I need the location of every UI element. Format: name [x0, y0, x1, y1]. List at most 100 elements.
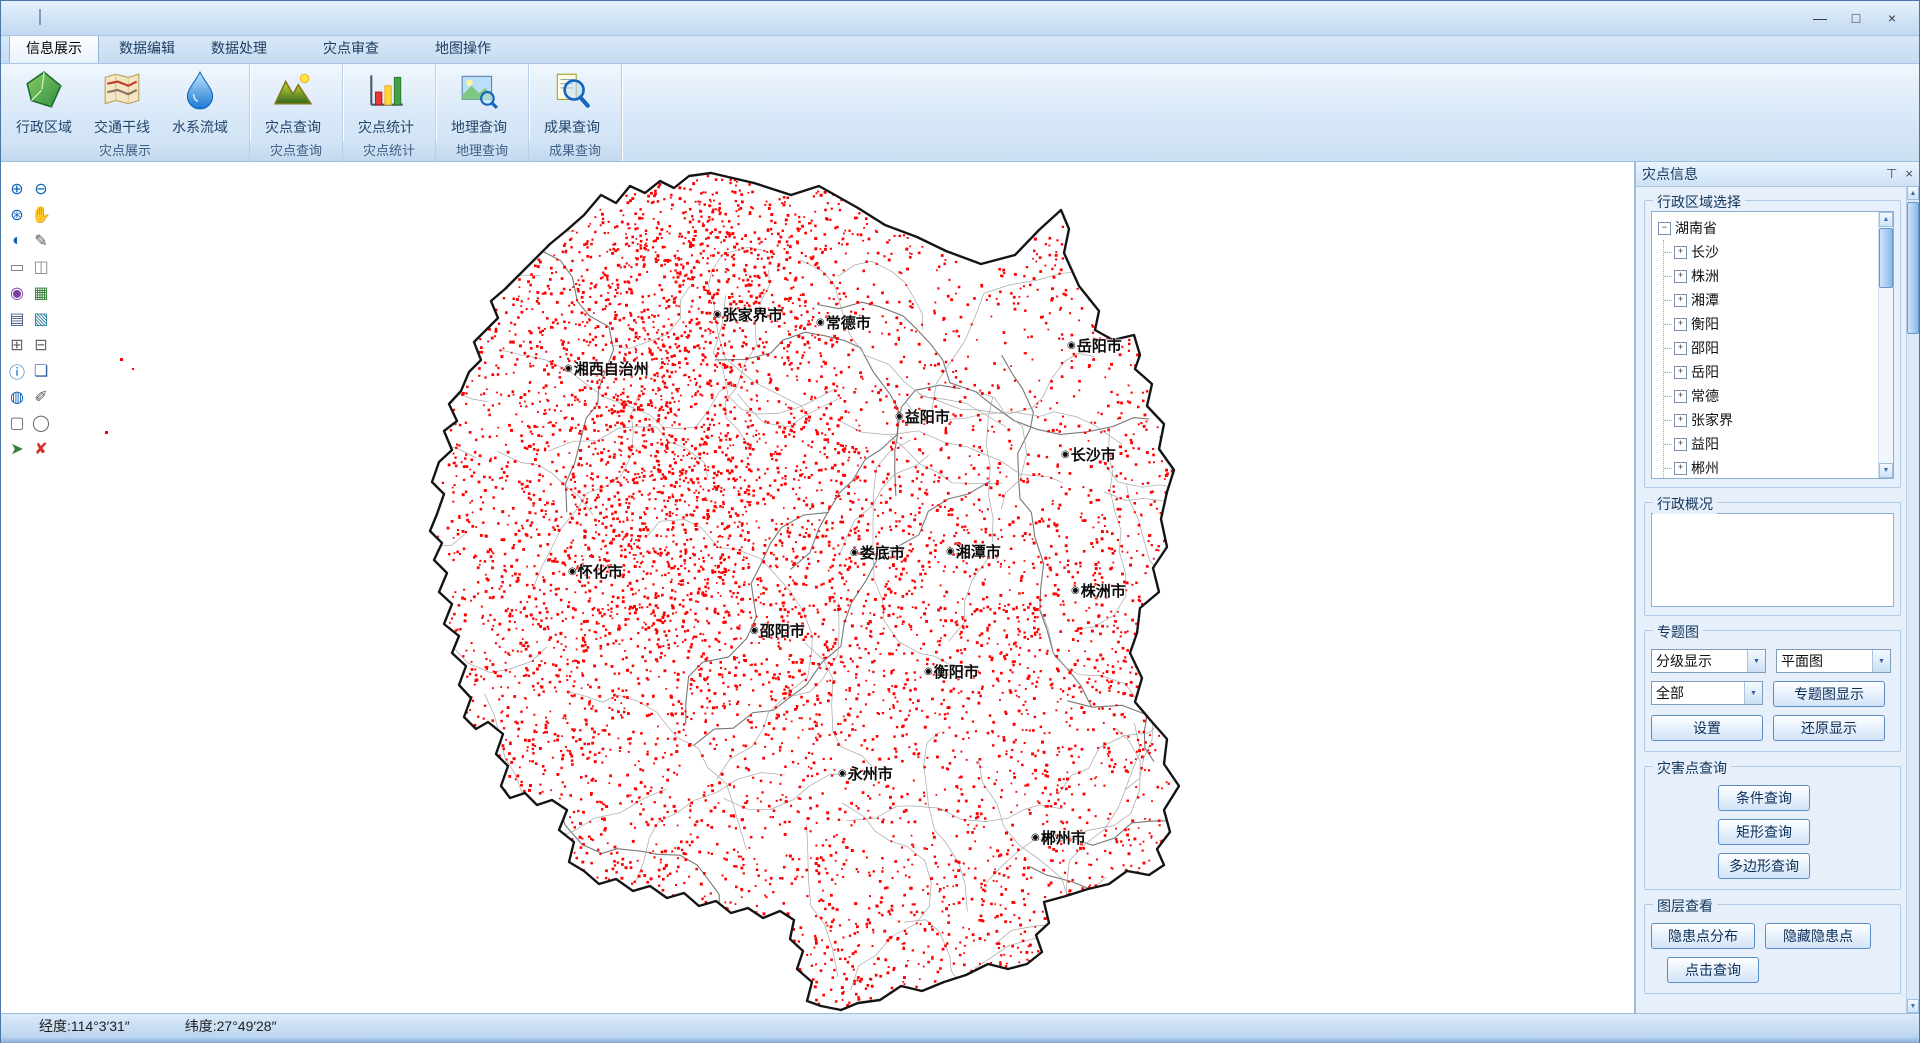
print-preview-tool[interactable]: ⊟ — [29, 332, 53, 358]
scroll-down-icon[interactable]: ▼ — [1907, 999, 1919, 1013]
measure-tool[interactable]: ✐ — [29, 384, 53, 410]
map-canvas[interactable]: ◉张家界市◉常德市◉岳阳市◉湘西自治州◉益阳市◉长沙市◉娄底市◉湘潭市◉怀化市◉… — [1, 162, 1634, 1013]
admin-region-button[interactable]: 行政区域 — [5, 66, 83, 141]
tab-map-operate[interactable]: 地图操作 — [419, 34, 507, 63]
pointer-tool[interactable]: ➤ — [5, 436, 29, 462]
scroll-down-icon[interactable]: ▼ — [1879, 463, 1893, 478]
panel-scrollbar[interactable]: ▲ ▼ — [1906, 186, 1919, 1013]
disaster-stats-button[interactable]: 灾点统计 — [347, 66, 425, 141]
ribbon-group-label: 灾点统计 — [343, 141, 435, 161]
longitude-readout: 经度:114°3′31″ — [39, 1016, 130, 1036]
tree-node[interactable]: + 邵阳 — [1664, 336, 1879, 360]
scroll-thumb[interactable] — [1907, 202, 1919, 334]
condition-query-button[interactable]: 条件查询 — [1718, 785, 1810, 811]
print-tool[interactable]: ⊞ — [5, 332, 29, 358]
tree-expand-icon[interactable]: + — [1674, 438, 1687, 451]
tree-expand-icon[interactable]: + — [1674, 414, 1687, 427]
region-select-group-label: 行政区域选择 — [1653, 192, 1745, 212]
tree-expand-icon[interactable]: + — [1674, 246, 1687, 259]
scroll-up-icon[interactable]: ▲ — [1907, 186, 1919, 200]
attribute-table-tool[interactable]: ▦ — [29, 280, 53, 306]
select-rect-tool[interactable]: ▭ — [5, 254, 29, 280]
thematic-show-button[interactable]: 专题图显示 — [1773, 681, 1885, 707]
tree-node[interactable]: + 湘潭 — [1664, 288, 1879, 312]
tree-node-label: 邵阳 — [1691, 338, 1719, 358]
result-query-button[interactable]: 成果查询 — [533, 66, 611, 141]
zoom-extent-tool[interactable]: ⊛ — [5, 202, 29, 228]
tree-node[interactable]: +长沙 — [1664, 240, 1879, 264]
water-system-button[interactable]: 水系流域 — [161, 66, 239, 141]
tree-node[interactable]: +常德 — [1664, 384, 1879, 408]
tree-node[interactable]: +郴州 — [1664, 456, 1879, 479]
tree-expand-icon[interactable]: + — [1674, 294, 1687, 307]
tree-node[interactable]: +岳阳 — [1664, 360, 1879, 384]
image-export-tool[interactable]: ▧ — [29, 306, 53, 332]
traffic-lines-button[interactable]: 交通干线 — [83, 66, 161, 141]
overview-group-label: 行政概况 — [1653, 494, 1717, 514]
tree-node[interactable]: +益阳 — [1664, 432, 1879, 456]
tree-root-node[interactable]: − 湖南省 — [1658, 216, 1879, 240]
tab-info-display[interactable]: 信息展示 — [9, 33, 99, 63]
pan-hand-tool[interactable]: ✋ — [29, 202, 53, 228]
delete-tool[interactable]: ✘ — [29, 436, 53, 462]
tree-node[interactable]: + 衡阳 — [1664, 312, 1879, 336]
ribbon-group-label: 灾点展示 — [1, 141, 249, 161]
tab-data-edit[interactable]: 数据编辑 — [103, 34, 191, 63]
geo-query-button[interactable]: 地理查询 — [440, 66, 518, 141]
map-type-select[interactable]: 平面图 ▼ — [1776, 649, 1891, 673]
tree-expand-icon[interactable]: + — [1674, 462, 1687, 475]
tab-data-process[interactable]: 数据处理 — [195, 34, 283, 63]
region-tree[interactable]: − 湖南省 +长沙+株洲+湘潭+衡阳+邵阳+岳阳+常德+张家界+益阳+郴州 ▲ … — [1651, 211, 1894, 479]
reset-display-button[interactable]: 还原显示 — [1773, 715, 1885, 741]
hazard-distribution-button[interactable]: 隐患点分布 — [1651, 923, 1755, 949]
tree-node-label: 株洲 — [1691, 266, 1719, 286]
pin-icon[interactable]: ⊤ — [1886, 166, 1897, 182]
tree-expand-icon[interactable]: + — [1674, 270, 1687, 283]
tree-node-label: 衡阳 — [1691, 314, 1719, 334]
tab-disaster-review[interactable]: 灾点审查 — [307, 34, 395, 63]
globe-tool[interactable]: ◐ — [5, 228, 29, 254]
tree-scrollbar[interactable]: ▲ ▼ — [1878, 212, 1893, 478]
tree-expand-icon[interactable]: + — [1674, 366, 1687, 379]
disaster-query-button[interactable]: 灾点查询 — [254, 66, 332, 141]
scroll-up-icon[interactable]: ▲ — [1879, 212, 1893, 227]
minimize-button[interactable]: — — [1805, 7, 1835, 29]
chevron-down-icon[interactable]: ▼ — [1872, 650, 1890, 672]
overview-textbox[interactable] — [1651, 513, 1894, 607]
display-mode-select[interactable]: 分级显示 ▼ — [1651, 649, 1766, 673]
tree-node[interactable]: +张家界 — [1664, 408, 1879, 432]
close-button[interactable]: × — [1877, 7, 1907, 29]
quick-access-mark — [39, 9, 41, 25]
info-tool[interactable]: ⓘ — [5, 358, 29, 384]
polygon-query-button[interactable]: 多边形查询 — [1718, 853, 1810, 879]
tree-node[interactable]: + 株洲 — [1664, 264, 1879, 288]
eraser-tool[interactable]: ◫ — [29, 254, 53, 280]
tree-expand-icon[interactable]: + — [1674, 342, 1687, 355]
rectangle-query-button[interactable]: 矩形查询 — [1718, 819, 1810, 845]
search-document-icon — [551, 69, 593, 116]
tree-node-label: 湘潭 — [1691, 290, 1719, 310]
panel-close-icon[interactable]: × — [1905, 166, 1913, 182]
identify-eye-tool[interactable]: ◉ — [5, 280, 29, 306]
zoom-in-tool[interactable]: ⊕ — [5, 176, 29, 202]
maximize-button[interactable]: □ — [1841, 7, 1871, 29]
world-tool[interactable]: ◍ — [5, 384, 29, 410]
tree-expand-icon[interactable]: + — [1674, 390, 1687, 403]
map-svg — [1, 162, 1634, 1013]
chevron-down-icon[interactable]: ▼ — [1747, 650, 1765, 672]
ribbon-group-label: 成果查询 — [529, 141, 621, 161]
rect-shape-tool[interactable]: ▢ — [5, 410, 29, 436]
settings-button[interactable]: 设置 — [1651, 715, 1763, 741]
filter-select[interactable]: 全部 ▼ — [1651, 681, 1763, 705]
scroll-thumb[interactable] — [1879, 228, 1893, 288]
hide-hazard-button[interactable]: 隐藏隐患点 — [1765, 923, 1871, 949]
tree-collapse-icon[interactable]: − — [1658, 222, 1671, 235]
zoom-out-tool[interactable]: ⊖ — [29, 176, 53, 202]
tree-expand-icon[interactable]: + — [1674, 318, 1687, 331]
document-tool[interactable]: ▤ — [5, 306, 29, 332]
draw-line-tool[interactable]: ✎ — [29, 228, 53, 254]
circle-shape-tool[interactable]: ◯ — [29, 410, 53, 436]
click-query-button[interactable]: 点击查询 — [1667, 957, 1759, 983]
chevron-down-icon[interactable]: ▼ — [1744, 682, 1762, 704]
layers-tool[interactable]: ❏ — [29, 358, 53, 384]
